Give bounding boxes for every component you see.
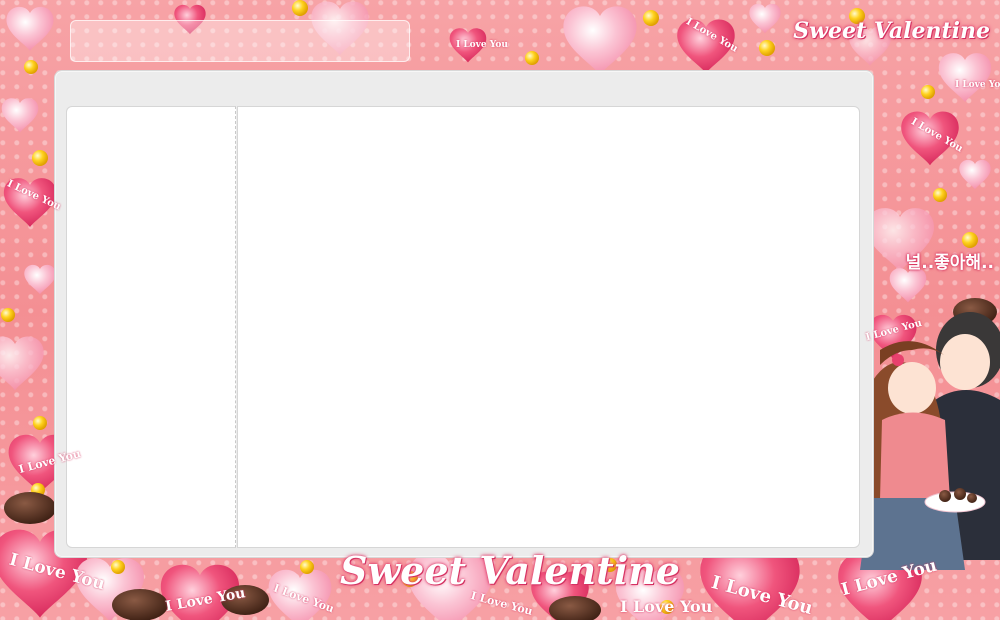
left-panel (66, 106, 236, 548)
sweet-valentine-title-bottom: Sweet Valentine (340, 548, 680, 593)
top-text-field[interactable] (70, 20, 410, 62)
korean-message: 널..좋아해.. (905, 253, 994, 273)
i-love-you-label: I Love You (955, 80, 1000, 90)
i-love-you-label: I Love You (620, 597, 713, 616)
i-love-you-label: I Love You (456, 40, 508, 50)
right-panel (237, 106, 860, 548)
sweet-valentine-title-top: Sweet Valentine (793, 18, 990, 44)
